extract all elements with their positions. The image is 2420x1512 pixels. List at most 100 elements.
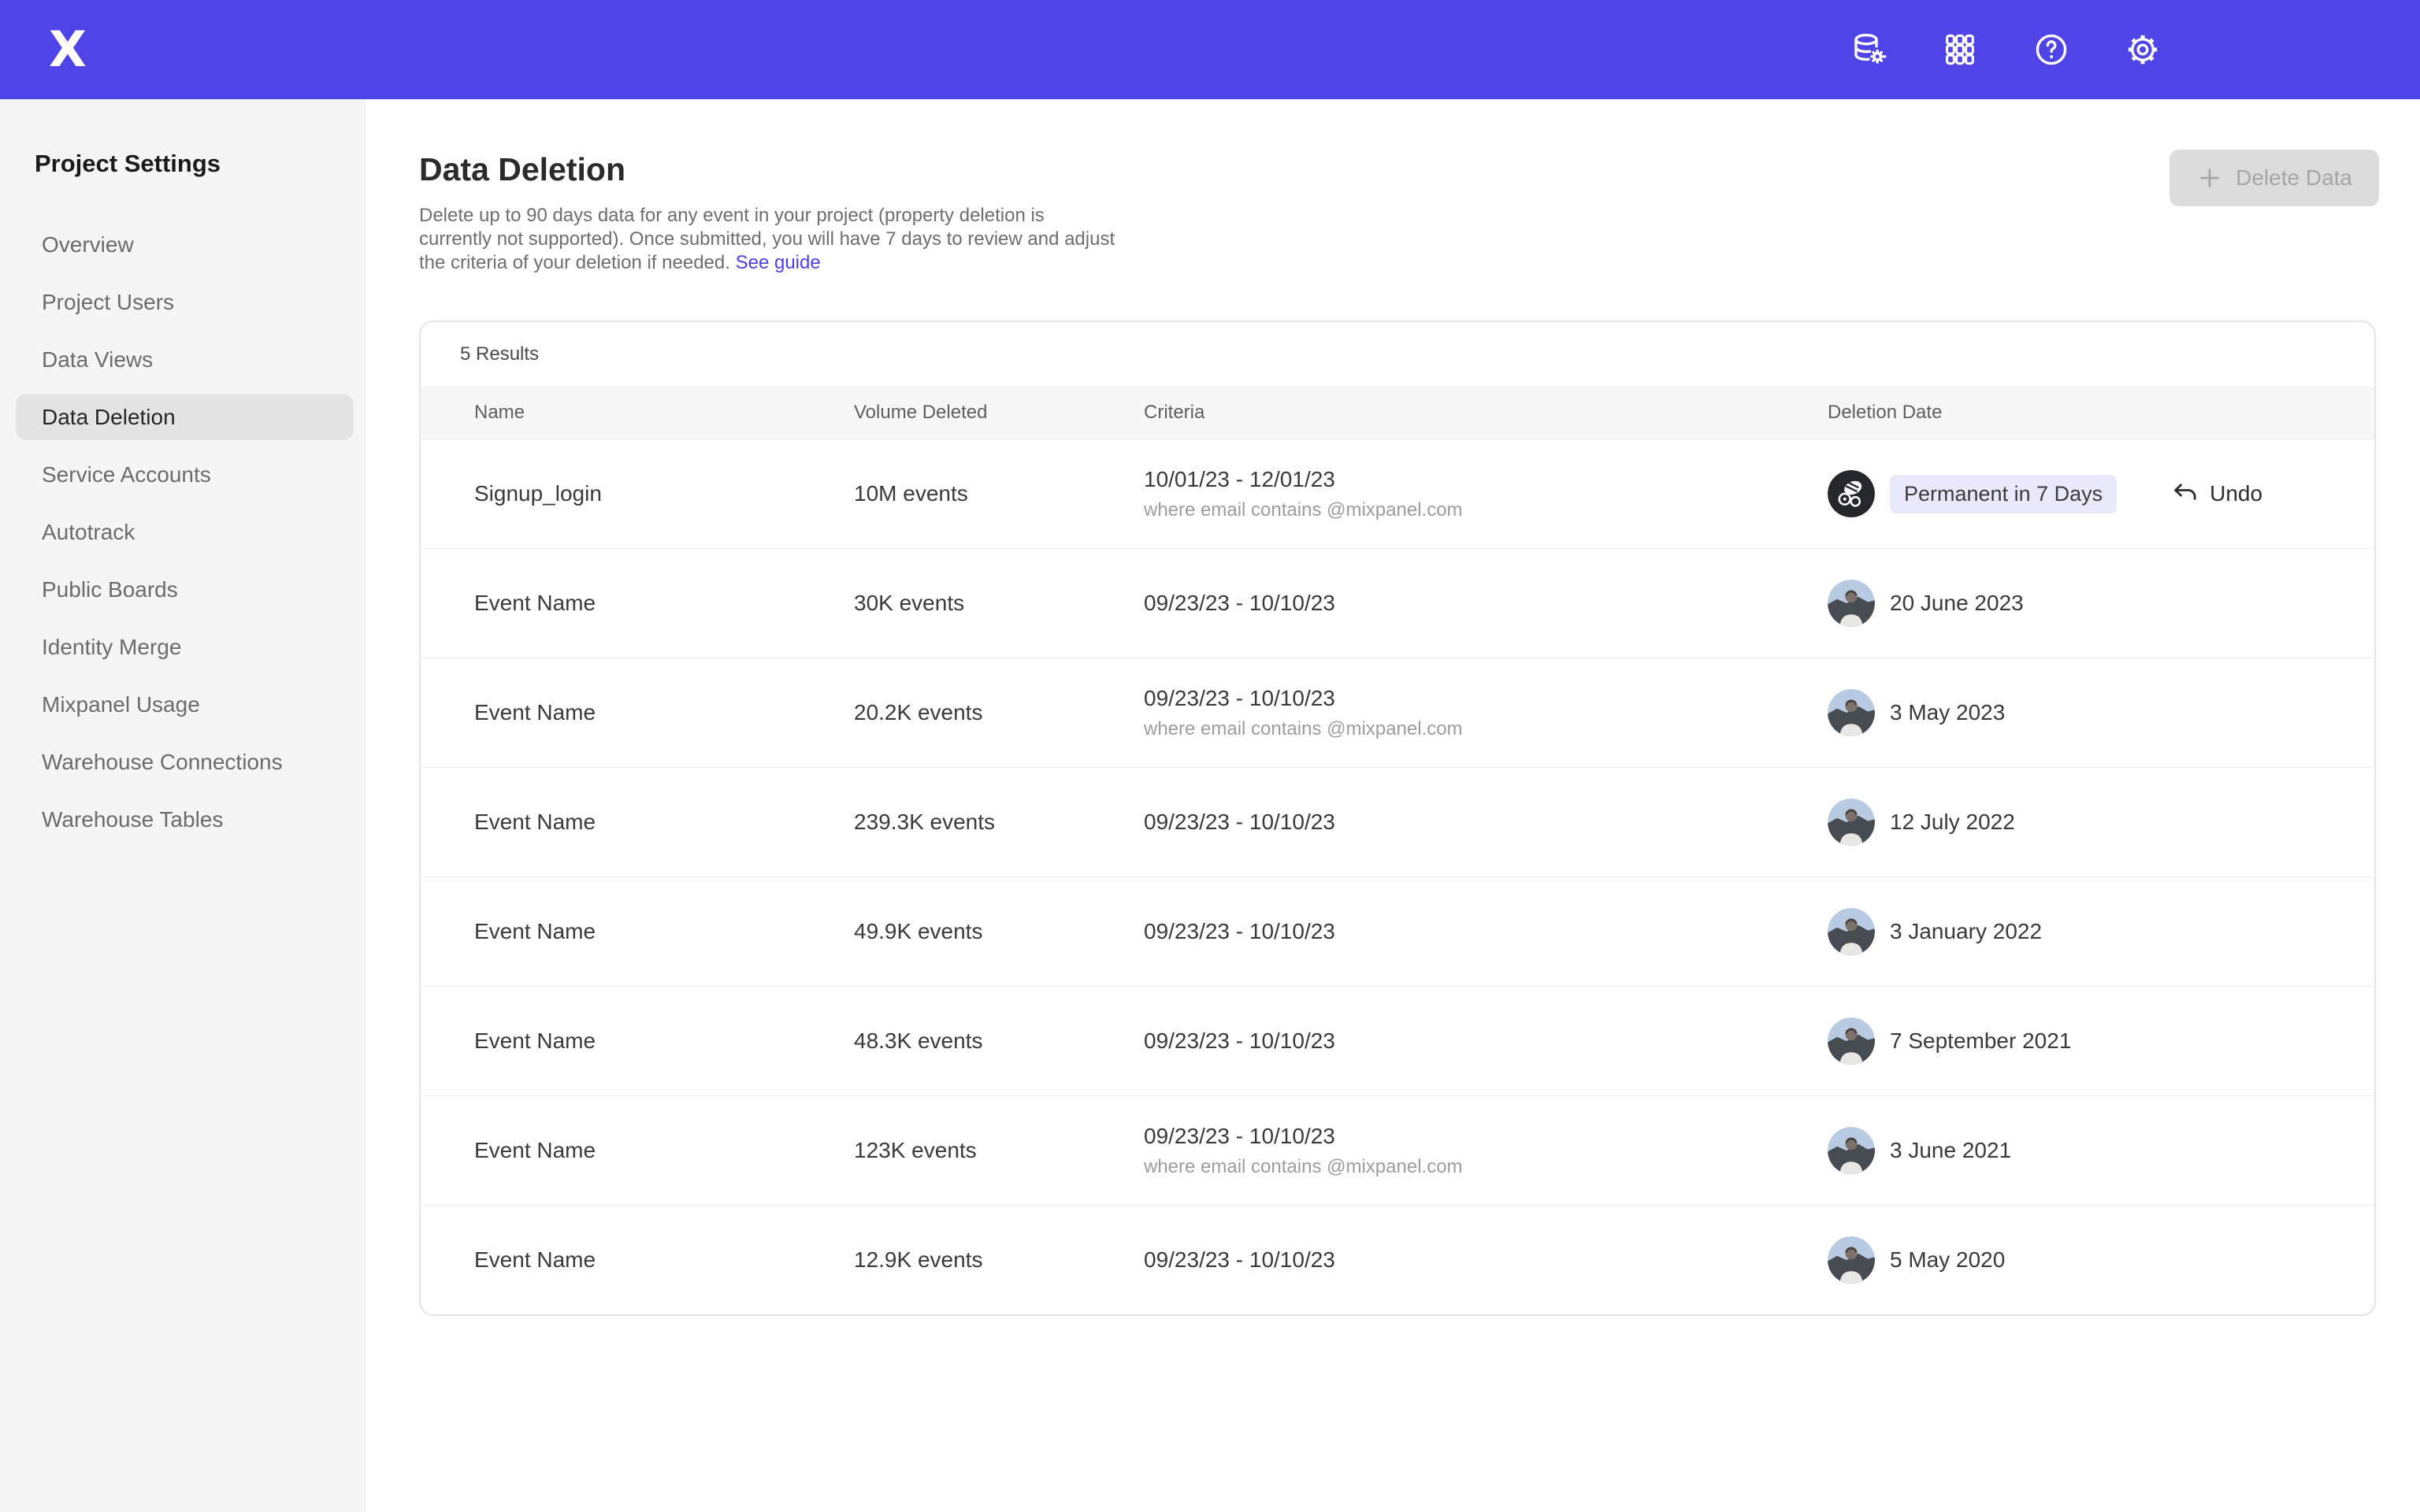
- person-photo-avatar: [1828, 1127, 1875, 1174]
- criteria-range: 09/23/23 - 10/10/23: [1144, 1028, 1828, 1054]
- main-content: Data Deletion Delete up to 90 days data …: [366, 99, 2420, 1512]
- criteria-range: 09/23/23 - 10/10/23: [1144, 1124, 1828, 1149]
- person-photo-avatar: [1828, 1236, 1875, 1284]
- column-header-deletion-date: Deletion Date: [1828, 402, 2343, 424]
- table-row: Event Name 49.9K events 09/23/23 - 10/10…: [421, 876, 2374, 986]
- status-badge: Permanent in 7 Days: [1890, 475, 2117, 513]
- criteria-cell: 10/01/23 - 12/01/23 where email contains…: [1144, 467, 1828, 521]
- page-title: Data Deletion: [419, 151, 2376, 188]
- see-guide-link[interactable]: See guide: [736, 252, 821, 273]
- criteria-range: 09/23/23 - 10/10/23: [1144, 686, 1828, 711]
- delete-data-button-label: Delete Data: [2236, 165, 2352, 191]
- criteria-range: 09/23/23 - 10/10/23: [1144, 591, 1828, 616]
- name-cell: Event Name: [474, 810, 854, 835]
- deletion-results-card: 5 Results Name Volume Deleted Criteria D…: [419, 321, 2376, 1316]
- top-app-bar: X: [0, 0, 2420, 99]
- criteria-range: 09/23/23 - 10/10/23: [1144, 1247, 1828, 1273]
- name-cell: Event Name: [474, 591, 854, 616]
- sidebar-item-warehouse-tables[interactable]: Warehouse Tables: [0, 791, 365, 848]
- criteria-filter: where email contains @mixpanel.com: [1144, 718, 1828, 740]
- table-row: Event Name 20.2K events 09/23/23 - 10/10…: [421, 658, 2374, 767]
- criteria-cell: 09/23/23 - 10/10/23: [1144, 810, 1828, 835]
- sidebar-item-overview[interactable]: Overview: [0, 216, 365, 273]
- topbar-icon-group: [1850, 0, 2162, 99]
- deletion-date-cell: 5 May 2020: [1828, 1236, 2343, 1284]
- criteria-cell: 09/23/23 - 10/10/23 where email contains…: [1144, 1124, 1828, 1178]
- sidebar-item-identity-merge[interactable]: Identity Merge: [0, 618, 365, 676]
- column-header-criteria: Criteria: [1144, 402, 1828, 424]
- volume-cell: 49.9K events: [854, 919, 1144, 944]
- sidebar-item-project-users[interactable]: Project Users: [0, 273, 365, 331]
- deletion-date-cell: 3 January 2022: [1828, 908, 2343, 955]
- sidebar-item-service-accounts[interactable]: Service Accounts: [0, 446, 365, 503]
- table-row: Event Name 239.3K events 09/23/23 - 10/1…: [421, 767, 2374, 876]
- undo-label: Undo: [2210, 481, 2262, 506]
- deletion-date: 3 January 2022: [1890, 919, 2042, 944]
- sidebar-item-mixpanel-usage[interactable]: Mixpanel Usage: [0, 676, 365, 733]
- column-header-name: Name: [474, 402, 854, 424]
- name-cell: Event Name: [474, 700, 854, 725]
- undo-icon: [2171, 480, 2199, 508]
- undo-button[interactable]: Undo: [2171, 480, 2262, 508]
- volume-cell: 30K events: [854, 591, 1144, 616]
- deletion-date: 3 June 2021: [1890, 1138, 2011, 1163]
- table-row: Event Name 48.3K events 09/23/23 - 10/10…: [421, 986, 2374, 1095]
- table-row: Event Name 123K events 09/23/23 - 10/10/…: [421, 1095, 2374, 1205]
- criteria-range: 09/23/23 - 10/10/23: [1144, 919, 1828, 944]
- deletion-date-cell: 3 June 2021: [1828, 1127, 2343, 1174]
- name-cell: Event Name: [474, 1247, 854, 1273]
- deletion-date-cell: 3 May 2023: [1828, 689, 2343, 736]
- sidebar-item-warehouse-connections[interactable]: Warehouse Connections: [0, 733, 365, 791]
- criteria-cell: 09/23/23 - 10/10/23 where email contains…: [1144, 686, 1828, 740]
- data-settings-icon[interactable]: [1850, 31, 1887, 69]
- deletion-date: 12 July 2022: [1890, 810, 2015, 835]
- sidebar-item-data-views[interactable]: Data Views: [0, 331, 365, 388]
- criteria-cell: 09/23/23 - 10/10/23: [1144, 919, 1828, 944]
- deletion-date-cell: 20 June 2023: [1828, 580, 2343, 627]
- criteria-range: 10/01/23 - 12/01/23: [1144, 467, 1828, 492]
- sidebar-title: Project Settings: [35, 150, 365, 178]
- volume-cell: 48.3K events: [854, 1028, 1144, 1054]
- deletion-date: 7 September 2021: [1890, 1028, 2071, 1054]
- column-header-volume-deleted: Volume Deleted: [854, 402, 1144, 424]
- delete-data-button[interactable]: Delete Data: [2169, 150, 2379, 206]
- results-count: 5 Results: [421, 322, 2374, 387]
- criteria-cell: 09/23/23 - 10/10/23: [1144, 1247, 1828, 1273]
- mixpanel-logo[interactable]: X: [49, 25, 85, 74]
- dark-illustration-avatar: [1828, 470, 1875, 517]
- criteria-cell: 09/23/23 - 10/10/23: [1144, 591, 1828, 616]
- deletion-date-cell: 7 September 2021: [1828, 1017, 2343, 1065]
- table-row: Signup_login 10M events 10/01/23 - 12/01…: [421, 439, 2374, 548]
- table-row: Event Name 12.9K events 09/23/23 - 10/10…: [421, 1205, 2374, 1314]
- criteria-filter: where email contains @mixpanel.com: [1144, 1156, 1828, 1178]
- volume-cell: 123K events: [854, 1138, 1144, 1163]
- volume-cell: 20.2K events: [854, 700, 1144, 725]
- sidebar-nav: Overview Project Users Data Views Data D…: [0, 216, 365, 848]
- name-cell: Event Name: [474, 1028, 854, 1054]
- sidebar-item-public-boards[interactable]: Public Boards: [0, 561, 365, 618]
- criteria-range: 09/23/23 - 10/10/23: [1144, 810, 1828, 835]
- table-header-row: Name Volume Deleted Criteria Deletion Da…: [421, 387, 2374, 439]
- deletion-date-cell: 12 July 2022: [1828, 799, 2343, 846]
- help-icon[interactable]: [2032, 31, 2070, 69]
- sidebar-item-data-deletion[interactable]: Data Deletion: [0, 388, 365, 446]
- name-cell: Signup_login: [474, 481, 854, 506]
- person-photo-avatar: [1828, 908, 1875, 955]
- sidebar-item-autotrack[interactable]: Autotrack: [0, 503, 365, 561]
- plus-icon: [2196, 165, 2223, 191]
- deletion-date: 5 May 2020: [1890, 1247, 2005, 1273]
- settings-gear-icon[interactable]: [2124, 31, 2162, 69]
- volume-cell: 12.9K events: [854, 1247, 1144, 1273]
- apps-grid-icon[interactable]: [1941, 31, 1979, 69]
- name-cell: Event Name: [474, 919, 854, 944]
- volume-cell: 239.3K events: [854, 810, 1144, 835]
- page-description: Delete up to 90 days data for any event …: [419, 204, 1119, 275]
- person-photo-avatar: [1828, 580, 1875, 627]
- person-photo-avatar: [1828, 689, 1875, 736]
- deletion-date-cell: Permanent in 7 Days Undo: [1828, 470, 2343, 517]
- settings-sidebar: Project Settings Overview Project Users …: [0, 99, 366, 1512]
- page-header: Data Deletion Delete up to 90 days data …: [366, 99, 2420, 275]
- criteria-filter: where email contains @mixpanel.com: [1144, 499, 1828, 521]
- person-photo-avatar: [1828, 1017, 1875, 1065]
- table-row: Event Name 30K events 09/23/23 - 10/10/2…: [421, 548, 2374, 658]
